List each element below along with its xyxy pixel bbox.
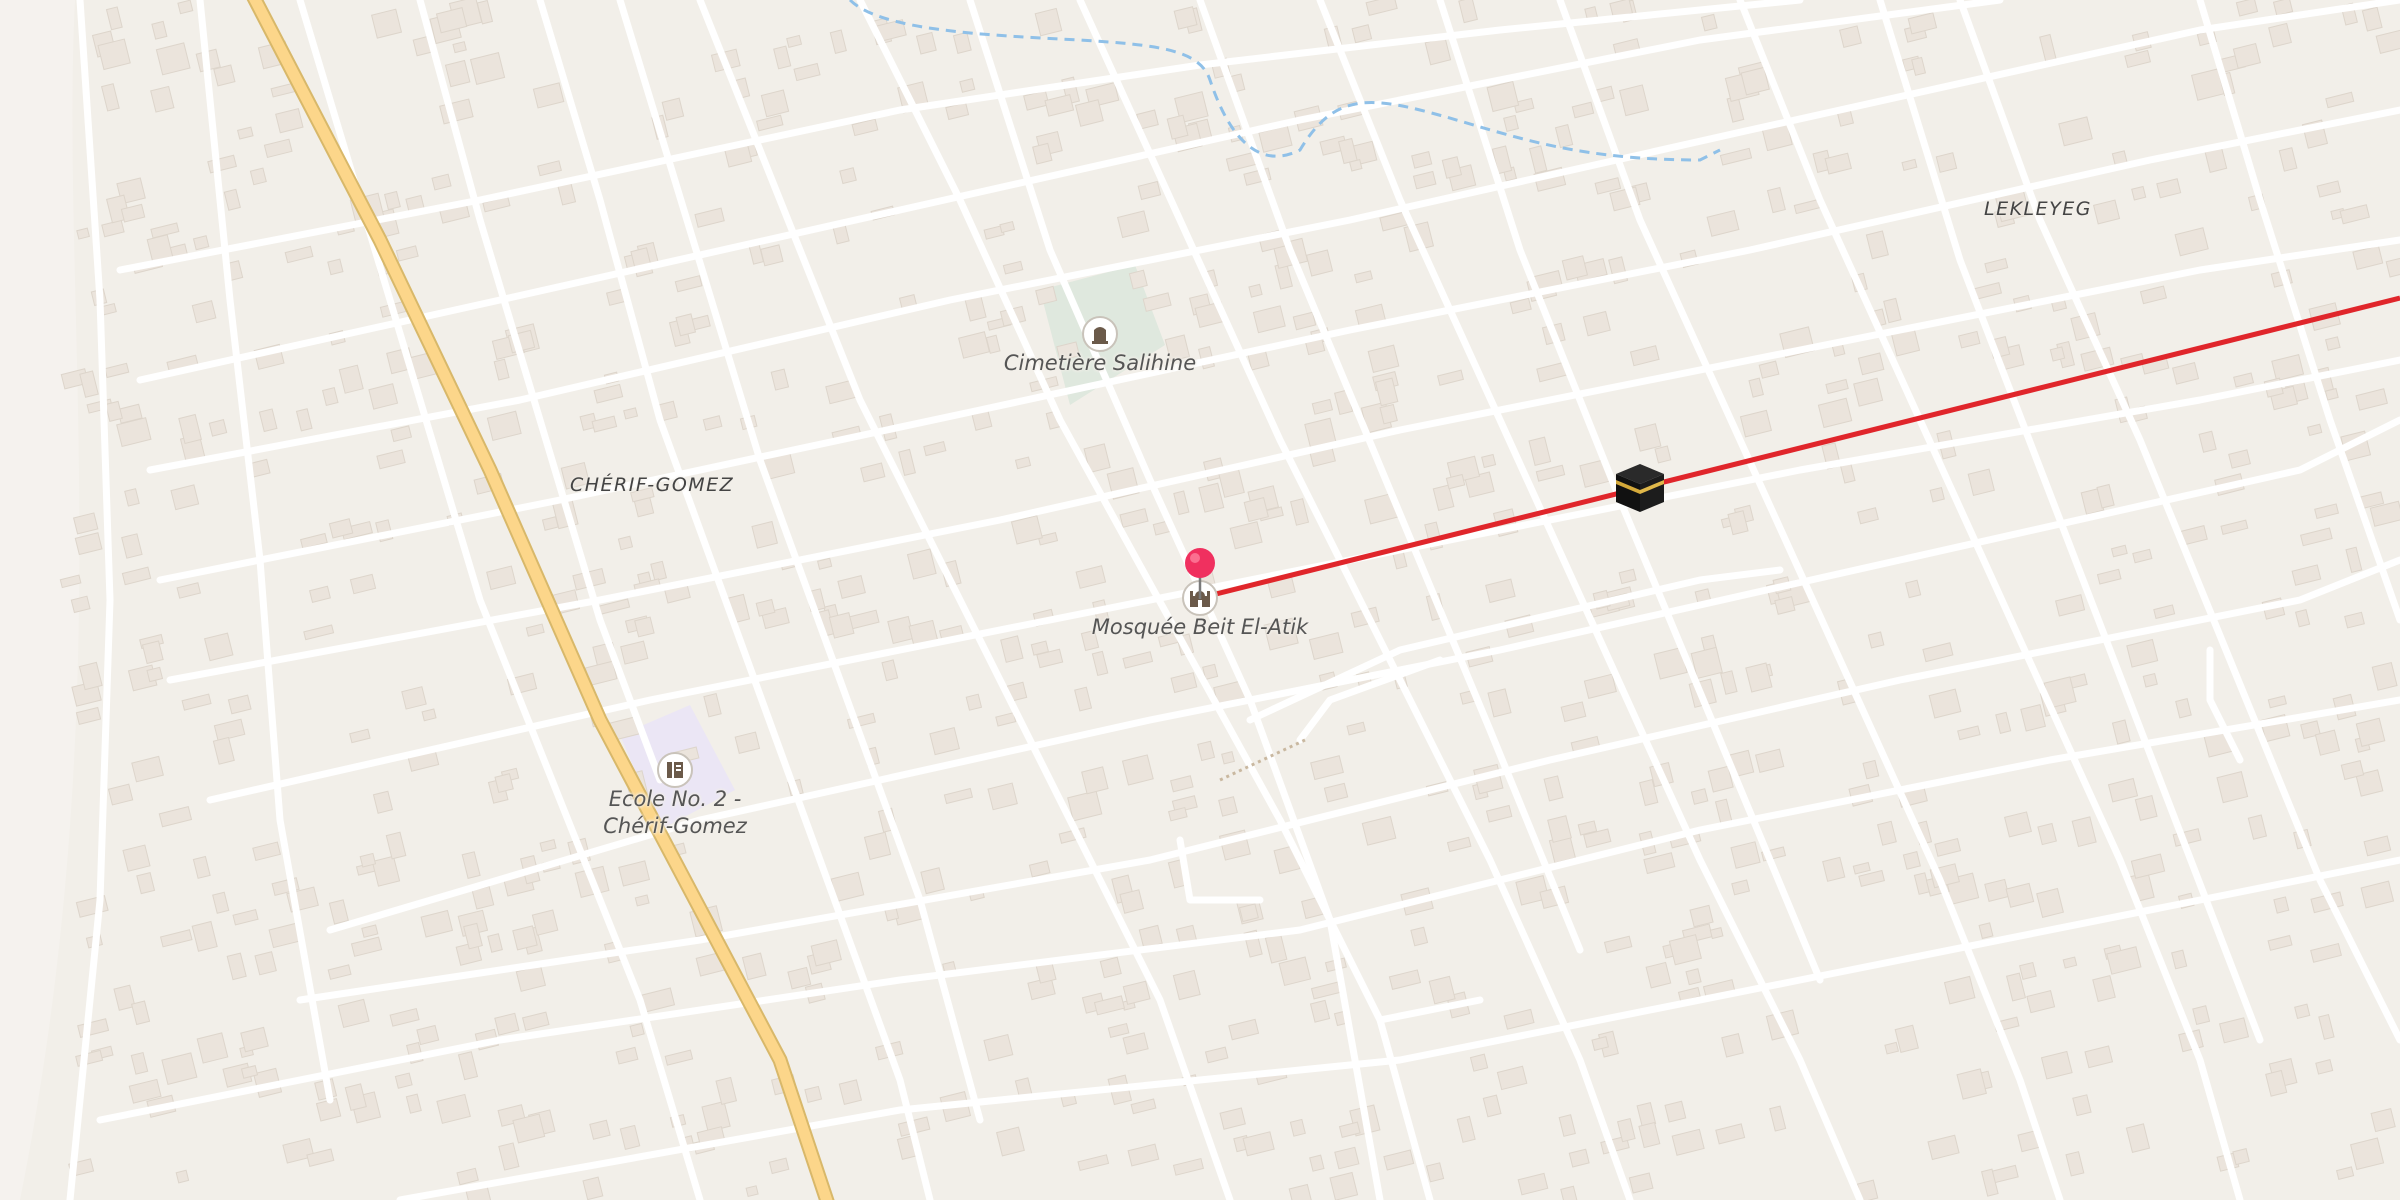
building bbox=[1034, 7, 1063, 37]
building bbox=[1305, 249, 1334, 277]
building bbox=[1867, 631, 1885, 649]
building bbox=[1503, 114, 1520, 133]
building bbox=[2142, 672, 2158, 688]
building bbox=[1690, 788, 1709, 805]
building bbox=[1700, 13, 1718, 32]
mosque-label: Mosquée Beit El-Atik bbox=[1091, 615, 1309, 639]
building bbox=[327, 258, 344, 276]
building bbox=[1119, 889, 1145, 914]
building bbox=[1838, 25, 1862, 48]
building bbox=[249, 167, 267, 186]
building bbox=[531, 909, 559, 936]
area-label-lekleyeg: LEKLEYEG bbox=[1984, 198, 2092, 220]
building bbox=[2049, 346, 2066, 362]
building bbox=[177, 0, 194, 15]
building bbox=[1173, 6, 1198, 30]
building bbox=[1929, 486, 1945, 503]
building bbox=[1967, 468, 1995, 497]
building bbox=[634, 616, 655, 638]
building bbox=[192, 235, 210, 251]
school-icon[interactable] bbox=[657, 752, 693, 788]
building bbox=[1099, 956, 1122, 979]
map-view[interactable]: Cimetière Salihine Mosquée Beit El-Atik … bbox=[0, 0, 2400, 1200]
building bbox=[2018, 961, 2037, 980]
building bbox=[617, 535, 634, 551]
building bbox=[1243, 497, 1269, 523]
building bbox=[2294, 1003, 2311, 1020]
school-label: Ecole No. 2 - Chérif-Gomez bbox=[570, 786, 780, 841]
building bbox=[1469, 1053, 1489, 1072]
building bbox=[1238, 903, 1259, 923]
building bbox=[959, 78, 976, 93]
building bbox=[839, 167, 857, 185]
building bbox=[1935, 152, 1958, 173]
building bbox=[208, 419, 228, 437]
building bbox=[804, 1085, 823, 1104]
building bbox=[1902, 851, 1921, 870]
building bbox=[2268, 22, 2292, 48]
building bbox=[745, 1185, 759, 1198]
building bbox=[196, 1032, 229, 1064]
area-label-cherif-gomez: CHÉRIF-GOMEZ bbox=[570, 474, 735, 496]
building bbox=[760, 89, 790, 118]
cemetery-label: Cimetière Salihine bbox=[1003, 351, 1197, 375]
building bbox=[2131, 185, 2147, 201]
building bbox=[965, 693, 983, 711]
building bbox=[2355, 717, 2386, 748]
building bbox=[494, 773, 514, 794]
building bbox=[1081, 766, 1109, 795]
building bbox=[661, 97, 685, 121]
building bbox=[1645, 961, 1672, 989]
building bbox=[1248, 283, 1263, 298]
building bbox=[629, 1022, 645, 1038]
building bbox=[1481, 453, 1497, 469]
building bbox=[1664, 1100, 1687, 1123]
building bbox=[512, 925, 538, 951]
building bbox=[1221, 751, 1236, 765]
building bbox=[2324, 336, 2341, 351]
kaaba-icon[interactable] bbox=[1612, 460, 1668, 516]
location-pin-icon[interactable] bbox=[1180, 545, 1220, 601]
building bbox=[146, 666, 164, 683]
building bbox=[828, 612, 855, 639]
building bbox=[1561, 255, 1589, 281]
building bbox=[1329, 1171, 1359, 1200]
building bbox=[1348, 158, 1363, 172]
building bbox=[76, 227, 90, 240]
building bbox=[1128, 269, 1148, 290]
building bbox=[2314, 729, 2341, 756]
building bbox=[2232, 1148, 2250, 1166]
building bbox=[2216, 771, 2249, 804]
building bbox=[122, 844, 151, 872]
building bbox=[1685, 968, 1702, 986]
building bbox=[2273, 896, 2290, 914]
building bbox=[1218, 796, 1238, 817]
school-label-line2: Chérif-Gomez bbox=[603, 814, 747, 839]
cemetery-icon[interactable] bbox=[1082, 316, 1118, 352]
building bbox=[175, 1169, 190, 1184]
school-label-line1: Ecole No. 2 - bbox=[608, 787, 742, 811]
